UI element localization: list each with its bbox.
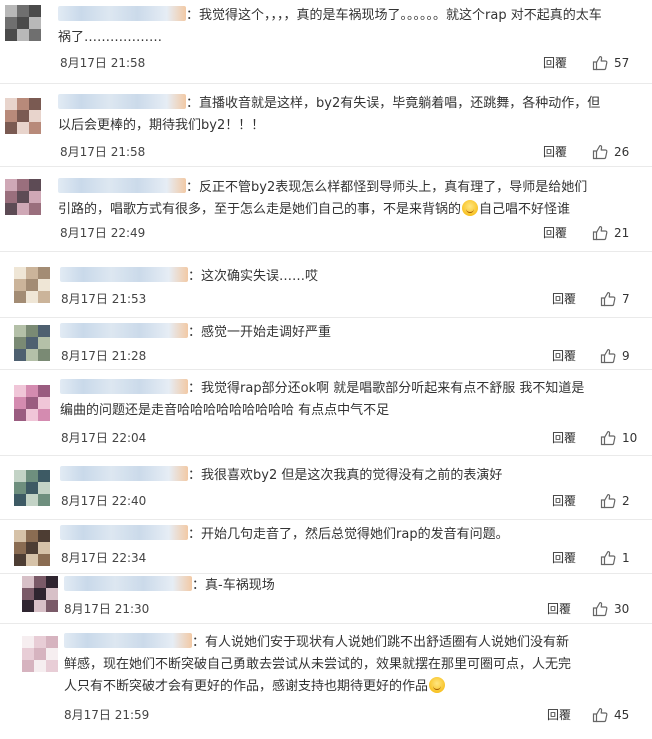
username-link[interactable] [60,466,188,481]
comment-timestamp: 8月17日 22:49 [60,226,146,240]
username-link[interactable] [60,379,188,394]
reply-button[interactable]: 回覆 [552,290,576,308]
comment-timestamp: 8月17日 21:58 [60,56,146,70]
like-count: 30 [614,602,630,616]
avatar[interactable] [14,385,50,421]
username-link[interactable] [60,525,188,540]
comment-timestamp: 8月17日 21:58 [60,145,146,159]
avatar[interactable] [5,179,41,215]
username-separator: ： [188,468,202,483]
comment-meta: 8月17日 22:34 回覆 1 [0,549,652,567]
comment-meta: 8月17日 21:30 回覆 30 [0,600,652,618]
username-link[interactable] [60,323,188,338]
like-count: 7 [622,292,630,306]
comment-item: ：我觉得rap部分还ok啊 就是唱歌部分听起来有点不舒服 我不知道是编曲的问题还… [0,370,652,456]
comment-item: ：我很喜欢by2 但是这次我真的觉得没有之前的表演好 8月17日 22:40 回覆 2 [0,456,652,520]
username-link[interactable] [60,267,188,282]
reply-button[interactable]: 回覆 [552,492,576,510]
comment-meta: 8月17日 21:28 回覆 9 [0,347,652,365]
comment-item: ：感觉一开始走调好严重 8月17日 21:28 回覆 9 [0,318,652,370]
reply-button[interactable]: 回覆 [543,54,567,72]
comment-meta: 8月17日 21:58 回覆 57 [0,54,652,72]
reply-button[interactable]: 回覆 [547,600,571,618]
username-separator: ： [192,578,206,593]
comment-meta: 8月17日 21:53 回覆 7 [0,290,652,308]
comment-item: ：反正不管by2表现怎么样都怪到导师头上，真有理了，导师是给她们引路的，唱歌方式… [0,167,652,252]
comment-meta: 8月17日 22:40 回覆 2 [0,492,652,510]
comment-meta: 8月17日 21:58 回覆 26 [0,143,652,161]
like-count: 9 [622,349,630,363]
like-count: 26 [614,145,630,159]
username-link[interactable] [58,6,186,21]
comment-item: ：直播收音就是这样，by2有失误，毕竟躺着唱，还跳舞，各种动作，但以后会更棒的，… [0,84,652,167]
like-count: 45 [614,708,630,722]
comment-timestamp: 8月17日 22:34 [61,551,147,565]
comment-timestamp: 8月17日 22:04 [61,431,147,445]
comment-text-block: ：真-车祸现场 [64,575,560,597]
comment-timestamp: 8月17日 21:59 [64,708,150,722]
comment-text-block: ：我很喜欢by2 但是这次我真的觉得没有之前的表演好 [60,465,560,487]
comment-text: 感觉一开始走调好严重 [201,325,332,340]
emoji-icon [429,677,446,693]
comment-timestamp: 8月17日 22:40 [61,494,147,508]
comment-text-block: ：我觉得rap部分还ok啊 就是唱歌部分听起来有点不舒服 我不知道是编曲的问题还… [60,378,585,422]
username-link[interactable] [64,576,192,591]
reply-button[interactable]: 回覆 [552,549,576,567]
comment-item: ：这次确实失误……哎 8月17日 21:53 回覆 7 [0,252,652,318]
username-separator: ： [186,8,200,23]
like-count: 1 [622,551,630,565]
reply-button[interactable]: 回覆 [552,429,576,447]
username-separator: ： [188,269,202,284]
like-count: 57 [614,56,630,70]
comment-text-block: ：反正不管by2表现怎么样都怪到导师头上，真有理了，导师是给她们引路的，唱歌方式… [58,177,600,221]
comment-text-block: ：有人说她们安于现状有人说她们跳不出舒适圈有人说她们没有新鲜感，现在她们不断突破… [64,632,575,698]
comment-text-block: ：这次确实失误……哎 [60,266,560,288]
like-count: 10 [622,431,638,445]
like-count: 2 [622,494,630,508]
comment-text: 真-车祸现场 [205,578,275,593]
comment-text-block: ：我觉得这个，，，，真的是车祸现场了。。。。。。就这个rap 对不起真的太车祸了… [58,5,610,49]
reply-button[interactable]: 回覆 [547,706,571,724]
comment-timestamp: 8月17日 21:53 [61,292,147,306]
comment-text: 这次确实失误……哎 [201,269,319,284]
username-separator: ： [188,325,202,340]
username-separator: ： [186,96,200,111]
comment-text: 我很喜欢by2 但是这次我真的觉得没有之前的表演好 [201,468,503,483]
reply-button[interactable]: 回覆 [543,143,567,161]
emoji-icon [462,200,479,216]
avatar[interactable] [22,636,58,672]
username-separator: ： [192,635,206,650]
comment-list: ：我觉得这个，，，，真的是车祸现场了。。。。。。就这个rap 对不起真的太车祸了… [0,0,652,739]
reply-button[interactable]: 回覆 [552,347,576,365]
reply-button[interactable]: 回覆 [543,224,567,242]
comment-item: ：有人说她们安于现状有人说她们跳不出舒适圈有人说她们没有新鲜感，现在她们不断突破… [0,624,652,739]
comment-item: ：真-车祸现场 8月17日 21:30 回覆 30 [0,574,652,624]
comment-meta: 8月17日 22:49 回覆 21 [0,224,652,242]
username-separator: ： [188,381,202,396]
comment-meta: 8月17日 21:59 回覆 45 [0,706,652,724]
comment-text-block: ：开始几句走音了，然后总觉得她们rap的发音有问题。 [60,524,560,546]
username-link[interactable] [64,633,192,648]
username-link[interactable] [58,178,186,193]
avatar[interactable] [5,5,41,41]
comment-meta: 8月17日 22:04 回覆 10 [0,429,652,447]
comment-timestamp: 8月17日 21:30 [64,602,150,616]
username-separator: ： [188,527,202,542]
username-separator: ： [186,180,200,195]
comment-text-block: ：感觉一开始走调好严重 [60,322,560,344]
username-link[interactable] [58,94,186,109]
comment-item: ：我觉得这个，，，，真的是车祸现场了。。。。。。就这个rap 对不起真的太车祸了… [0,0,652,84]
comment-item: ：开始几句走音了，然后总觉得她们rap的发音有问题。 8月17日 22:34 回覆 1 [0,520,652,574]
comment-text-after-emoji: 自己唱不好怪谁 [479,202,571,217]
avatar[interactable] [5,98,41,134]
comment-timestamp: 8月17日 21:28 [61,349,147,363]
comment-text-block: ：直播收音就是这样，by2有失误，毕竟躺着唱，还跳舞，各种动作，但以后会更棒的，… [58,93,610,137]
like-count: 21 [614,226,630,240]
comment-text: 开始几句走音了，然后总觉得她们rap的发音有问题。 [201,527,509,542]
